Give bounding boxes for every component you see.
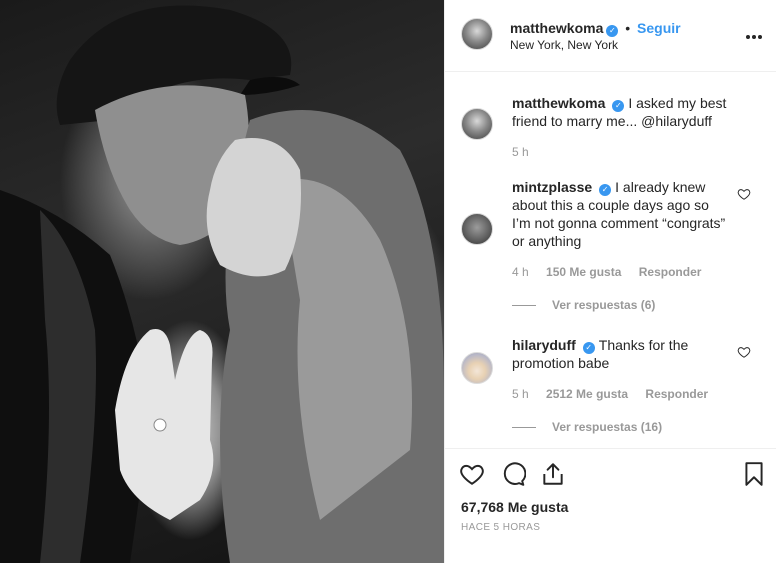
comment-like-heart-icon[interactable] <box>737 187 751 201</box>
verified-badge-icon: ✓ <box>582 342 595 354</box>
share-icon[interactable] <box>540 461 566 487</box>
replies-divider <box>512 427 536 429</box>
author-line: matthewkoma ✓ • Seguir <box>510 20 681 37</box>
bookmark-icon[interactable] <box>741 461 767 487</box>
post-photo[interactable] <box>0 0 444 563</box>
comment-avatar[interactable] <box>461 213 493 245</box>
comment-time[interactable]: 5 h <box>512 387 529 401</box>
location-link[interactable]: New York, New York <box>510 38 618 52</box>
author-avatar[interactable] <box>461 18 493 50</box>
caption-meta: 5 h <box>512 145 543 159</box>
follow-button[interactable]: Seguir <box>637 20 681 36</box>
heart-icon[interactable] <box>459 461 485 487</box>
verified-badge-icon: ✓ <box>606 25 619 37</box>
comment-icon[interactable] <box>500 461 526 487</box>
separator: • <box>625 20 631 36</box>
more-options-icon[interactable] <box>745 24 763 45</box>
posted-time[interactable]: HACE 5 HORAS <box>461 522 540 533</box>
replies-divider <box>512 305 536 307</box>
caption-time[interactable]: 5 h <box>512 145 529 159</box>
comment-username[interactable]: hilaryduff <box>512 337 576 353</box>
likes-count[interactable]: 67,768 Me gusta <box>461 499 568 515</box>
comment-time[interactable]: 4 h <box>512 265 529 279</box>
comment-likes[interactable]: 150 Me gusta <box>546 265 621 279</box>
verified-badge-icon: ✓ <box>599 184 612 196</box>
comment-likes[interactable]: 2512 Me gusta <box>546 387 628 401</box>
reply-button[interactable]: Responder <box>639 265 702 279</box>
view-replies-button[interactable]: Ver respuestas (16) <box>512 420 662 434</box>
comment-body: hilaryduff ✓ Thanks for the promotion babe <box>512 336 727 372</box>
caption-avatar[interactable] <box>461 108 493 140</box>
post-actions: 67,768 Me gusta HACE 5 HORAS <box>445 448 776 563</box>
comment-meta: 5 h 2512 Me gusta Responder <box>512 387 722 401</box>
post-details-panel: matthewkoma ✓ • Seguir New York, New York… <box>444 0 776 563</box>
post-header: matthewkoma ✓ • Seguir New York, New York <box>445 0 776 72</box>
photo-illustration <box>0 5 444 563</box>
view-replies-label: Ver respuestas (6) <box>552 298 656 312</box>
comment-like-heart-icon[interactable] <box>737 345 751 359</box>
comment-avatar[interactable] <box>461 352 493 384</box>
caption-username[interactable]: matthewkoma <box>512 95 605 111</box>
caption-body: matthewkoma ✓ I asked my best friend to ma… <box>512 94 732 130</box>
verified-badge-icon: ✓ <box>612 100 625 112</box>
comment-username[interactable]: mintzplasse <box>512 179 592 195</box>
author-username[interactable]: matthewkoma <box>510 20 603 36</box>
reply-button[interactable]: Responder <box>645 387 708 401</box>
view-replies-button[interactable]: Ver respuestas (6) <box>512 298 655 312</box>
comment-meta: 4 h 150 Me gusta Responder <box>512 265 715 279</box>
view-replies-label: Ver respuestas (16) <box>552 420 663 434</box>
comments-list[interactable]: matthewkoma ✓ I asked my best friend to ma… <box>445 72 776 448</box>
comment-body: mintzplasse ✓ I already knew about this a … <box>512 178 727 250</box>
